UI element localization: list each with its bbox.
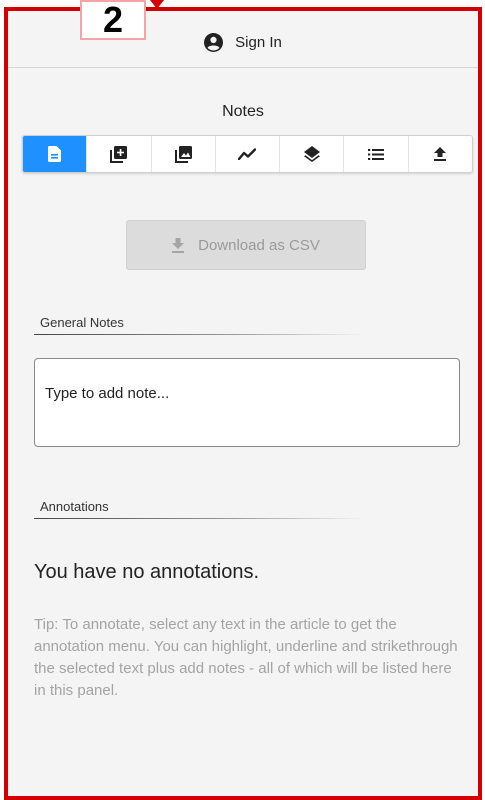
tab-images[interactable] xyxy=(152,136,216,172)
step-number: 2 xyxy=(102,0,124,40)
download-csv-button[interactable]: Download as CSV xyxy=(126,220,366,270)
tab-upload[interactable] xyxy=(409,136,472,172)
step-number-badge: 2 xyxy=(80,0,146,40)
tab-trends[interactable] xyxy=(216,136,281,172)
user-circle-icon xyxy=(204,32,224,52)
divider xyxy=(34,518,364,519)
download-csv-label: Download as CSV xyxy=(198,236,320,254)
list-icon xyxy=(368,148,385,160)
download-icon xyxy=(172,237,185,253)
document-icon xyxy=(48,146,62,162)
tab-add-note[interactable] xyxy=(87,136,152,172)
notes-toolbar xyxy=(22,135,473,173)
annotation-tip: Tip: To annotate, select any text in the… xyxy=(34,616,458,699)
divider xyxy=(34,334,364,335)
layers-icon xyxy=(303,146,320,162)
upload-icon xyxy=(434,147,447,161)
tab-list[interactable] xyxy=(344,136,409,172)
tab-layers[interactable] xyxy=(280,136,345,172)
annotations-heading: Annotations xyxy=(40,499,109,514)
image-icon xyxy=(174,145,192,163)
trend-line-icon xyxy=(238,148,257,160)
general-notes-heading: General Notes xyxy=(40,315,124,330)
add-box-icon xyxy=(110,145,128,163)
notes-panel: Sign In Notes Download as CSV General No… xyxy=(4,7,482,800)
general-note-input[interactable]: Type to add note... xyxy=(34,358,460,447)
sign-in-label: Sign In xyxy=(235,33,282,51)
pointer-arrow-icon xyxy=(150,0,164,9)
panel-header: Sign In xyxy=(8,11,478,68)
panel-title: Notes xyxy=(222,103,264,120)
sign-in-button[interactable]: Sign In xyxy=(204,32,282,52)
no-annotations-message: You have no annotations. xyxy=(34,561,260,583)
tab-document[interactable] xyxy=(23,136,88,172)
